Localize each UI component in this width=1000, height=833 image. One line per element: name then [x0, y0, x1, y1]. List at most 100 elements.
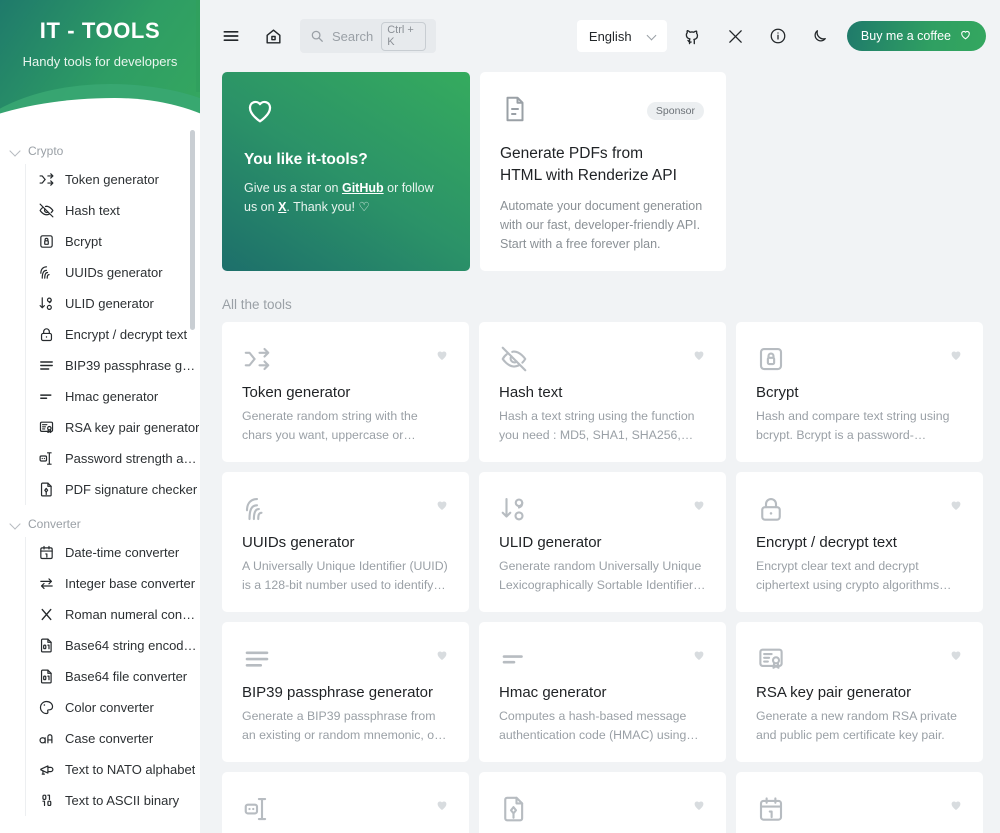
tool-card[interactable]: Encrypt / decrypt text Encrypt clear text…: [736, 472, 983, 613]
tool-description: Encrypt clear text and decrypt ciphertex…: [756, 559, 940, 592]
favorite-heart-icon[interactable]: [949, 798, 963, 817]
sidebar-item-label: Roman numeral convert…: [65, 607, 200, 622]
buy-me-a-coffee-button[interactable]: Buy me a coffee: [846, 21, 987, 51]
tool-description: Hash and compare text string using bcryp…: [756, 409, 950, 442]
sponsor-description: Automate your document generation with o…: [500, 199, 703, 251]
favorite-heart-icon[interactable]: [435, 648, 449, 667]
roman-x-icon: [38, 606, 55, 623]
heart-icon: [959, 28, 972, 44]
heart-outline-icon: [244, 94, 448, 131]
favorite-heart-icon[interactable]: [692, 648, 706, 667]
like-banner-text: Give us a star on GitHub or follow us on…: [244, 179, 448, 218]
sidebar-item-hmac-generator[interactable]: Hmac generator: [0, 381, 200, 412]
sidebar-item-color-converter[interactable]: Color converter: [0, 692, 200, 723]
favorite-heart-icon[interactable]: [949, 498, 963, 517]
tool-title: Hash text: [499, 384, 563, 402]
sidebar-item-label: Token generator: [65, 172, 159, 187]
sidebar-item-bcrypt[interactable]: Bcrypt: [0, 226, 200, 257]
tool-card[interactable]: ULID generator Generate random Universall…: [479, 472, 726, 613]
tool-card[interactable]: Hash text Hash a text string using the fu…: [479, 322, 726, 463]
file-signature-icon: [499, 792, 706, 826]
sidebar-item-rsa-key-pair-generator[interactable]: RSA key pair generator: [0, 412, 200, 443]
tool-card[interactable]: UUIDs generator A Universally Unique Iden…: [222, 472, 469, 613]
sidebar-item-encrypt-decrypt-text[interactable]: Encrypt / decrypt text: [0, 319, 200, 350]
github-link[interactable]: GitHub: [342, 181, 384, 195]
sidebar-item-date-time-converter[interactable]: Date-time converter: [0, 537, 200, 568]
sidebar-item-text-to-nato-alphabet[interactable]: Text to NATO alphabet: [0, 754, 200, 785]
sidebar-item-password-strength-anal[interactable]: Password strength anal…: [0, 443, 200, 474]
topbar: Search Ctrl + K English Buy me a coffee: [200, 0, 1000, 72]
sidebar-group-crypto[interactable]: Crypto: [0, 132, 200, 164]
eye-off-icon: [38, 202, 55, 219]
tool-title: RSA key pair generator: [756, 684, 912, 702]
sidebar-scrollbar[interactable]: [190, 130, 195, 330]
password-icon: [242, 792, 449, 826]
tool-card[interactable]: Bcrypt Hash and compare text string using…: [736, 322, 983, 463]
favorite-heart-icon[interactable]: [949, 348, 963, 367]
sidebar-item-label: Bcrypt: [65, 234, 102, 249]
sidebar-item-label: Text to ASCII binary: [65, 793, 180, 808]
lock-icon: [756, 492, 963, 526]
tool-description: Generate random string with the chars yo…: [242, 409, 418, 442]
sidebar-green-edge: [196, 0, 200, 92]
eye-off-icon: [499, 342, 706, 376]
tool-card[interactable]: Password strength analyserDiscover the s…: [222, 772, 469, 833]
sidebar-item-integer-base-converter[interactable]: Integer base converter: [0, 568, 200, 599]
search-input[interactable]: Search Ctrl + K: [300, 19, 437, 53]
sidebar-item-label: Encrypt / decrypt text: [65, 327, 188, 342]
sponsor-badge: Sponsor: [646, 102, 704, 120]
sponsor-banner[interactable]: Sponsor Generate PDFs from HTML with Ren…: [480, 72, 726, 272]
tool-card[interactable]: Hmac generator Computes a hash-based mess…: [479, 622, 726, 763]
certificate-icon: [756, 642, 963, 676]
tool-description: Generate a new random RSA private and pu…: [756, 709, 957, 742]
sidebar-item-label: PDF signature checker: [65, 482, 198, 497]
sidebar-item-roman-numeral-convert[interactable]: Roman numeral convert…: [0, 599, 200, 630]
sidebar-group-items: Token generator Hash text Bcrypt UUIDs gene…: [0, 164, 200, 505]
sidebar-item-ulid-generator[interactable]: ULID generator: [0, 288, 200, 319]
lines-icon: [242, 642, 449, 676]
favorite-heart-icon[interactable]: [949, 648, 963, 667]
short-lines-icon: [38, 388, 55, 405]
sidebar-item-base64-string-encoder[interactable]: Base64 string encoder/…: [0, 630, 200, 661]
favorite-heart-icon[interactable]: [692, 798, 706, 817]
language-select[interactable]: English: [576, 20, 667, 52]
sidebar-item-case-converter[interactable]: Case converter: [0, 723, 200, 754]
x-twitter-icon[interactable]: [721, 21, 751, 51]
favorite-heart-icon[interactable]: [435, 798, 449, 817]
favorite-heart-icon[interactable]: [435, 498, 449, 517]
tool-card[interactable]: BIP39 passphrase generator Generate a BIP…: [222, 622, 469, 763]
sort-numeric-icon: [499, 492, 706, 526]
sidebar-brand-hero: IT - TOOLS Handy tools for developers: [0, 0, 200, 132]
sidebar-item-uuids-generator[interactable]: UUIDs generator: [0, 257, 200, 288]
sidebar-item-label: Hmac generator: [65, 389, 159, 404]
tool-title: Hmac generator: [499, 684, 607, 702]
favorite-heart-icon[interactable]: [692, 348, 706, 367]
sidebar-nav: Crypto Token generator Hash text Bcrypt UUID…: [0, 132, 200, 833]
hamburger-icon[interactable]: [216, 21, 246, 51]
sidebar-item-pdf-signature-checker[interactable]: PDF signature checker: [0, 474, 200, 505]
sidebar-item-token-generator[interactable]: Token generator: [0, 164, 200, 195]
favorite-heart-icon[interactable]: [435, 348, 449, 367]
search-placeholder: Search: [332, 28, 374, 44]
lock-square-icon: [756, 342, 963, 376]
tool-card[interactable]: Token generator Generate random string wi…: [222, 322, 469, 463]
sidebar-item-hash-text[interactable]: Hash text: [0, 195, 200, 226]
sidebar-item-text-to-ascii-binary[interactable]: Text to ASCII binary: [0, 785, 200, 816]
calendar-icon: [38, 544, 55, 561]
tool-card[interactable]: PDF signature checkerVerify the signatur…: [479, 772, 726, 833]
sidebar-item-label: Base64 string encoder/…: [65, 638, 200, 653]
sidebar-item-bip39-passphrase-gene[interactable]: BIP39 passphrase gene…: [0, 350, 200, 381]
home-icon[interactable]: [258, 21, 288, 51]
sidebar-item-label: Base64 file converter: [65, 669, 188, 684]
github-icon[interactable]: [679, 21, 709, 51]
moon-icon[interactable]: [805, 21, 835, 51]
sidebar-item-label: UUIDs generator: [65, 265, 163, 280]
sidebar-group-converter[interactable]: Converter: [0, 505, 200, 537]
tool-card[interactable]: Date-time converterConvert date and time…: [736, 772, 983, 833]
info-circle-icon[interactable]: [763, 21, 793, 51]
sponsor-title: Generate PDFs from HTML with Renderize A…: [500, 145, 677, 184]
sidebar-item-base64-file-converter[interactable]: Base64 file converter: [0, 661, 200, 692]
sidebar-item-label: RSA key pair generator: [65, 420, 200, 435]
favorite-heart-icon[interactable]: [692, 498, 706, 517]
tool-card[interactable]: RSA key pair generator Generate a new ran…: [736, 622, 983, 763]
